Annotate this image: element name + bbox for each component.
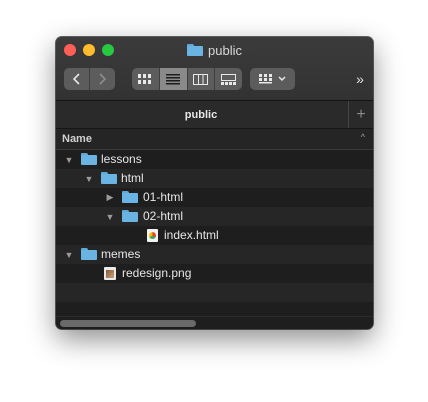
column-header: Name ^ (56, 129, 373, 150)
gallery-view-icon (221, 73, 237, 85)
name-column-header[interactable]: Name (56, 133, 92, 145)
file-name: lessons (101, 152, 142, 166)
file-name: 01-html (143, 190, 184, 204)
empty-row (56, 283, 373, 302)
gallery-view-button[interactable] (215, 68, 242, 90)
file-name: memes (101, 247, 141, 261)
finder-window: public » public + Name ^ ▼ lessons ▼ htm… (56, 37, 373, 329)
column-view-button[interactable] (188, 68, 216, 90)
forward-button[interactable] (90, 68, 115, 90)
navigation-buttons (64, 68, 115, 90)
list-view-button[interactable] (159, 68, 188, 90)
group-icon (259, 73, 272, 83)
list-item-02-html[interactable]: ▼ 02-html (56, 207, 373, 226)
horizontal-scrollbar[interactable] (56, 316, 373, 329)
window-title-label: public (208, 42, 242, 58)
list-item-index-html[interactable]: index.html (56, 226, 373, 245)
disclosure-triangle[interactable]: ▼ (64, 245, 74, 264)
icon-view-button[interactable] (132, 68, 160, 90)
folder-icon (81, 248, 97, 260)
file-name: html (121, 171, 144, 185)
folder-icon (122, 191, 138, 203)
tab-bar: public + (56, 101, 373, 129)
new-tab-button[interactable]: + (348, 101, 373, 128)
disclosure-triangle[interactable]: ▼ (64, 150, 74, 169)
chevron-left-icon (72, 73, 80, 85)
folder-icon (122, 210, 138, 222)
file-name: redesign.png (122, 266, 192, 280)
folder-icon (187, 44, 204, 56)
disclosure-triangle[interactable]: ▶ (105, 188, 115, 207)
list-item-memes[interactable]: ▼ memes (56, 245, 373, 264)
list-item-redesign-png[interactable]: redesign.png (56, 264, 373, 283)
sort-ascending-icon[interactable]: ^ (361, 132, 365, 142)
folder-icon (101, 172, 117, 184)
html-file-icon (147, 229, 158, 242)
list-item-lessons[interactable]: ▼ lessons (56, 150, 373, 169)
file-list: ▼ lessons ▼ html ▶ 01-html ▼ 02-html ind… (56, 150, 373, 321)
chevron-right-icon (99, 73, 107, 85)
tab-public[interactable]: public (56, 101, 346, 128)
list-view-icon (166, 73, 181, 84)
scrollbar-thumb[interactable] (60, 320, 196, 327)
column-view-icon (193, 73, 209, 85)
folder-icon (81, 153, 97, 165)
toolbar-overflow-button[interactable]: » (352, 68, 368, 90)
disclosure-triangle[interactable]: ▼ (105, 207, 115, 226)
chevron-down-icon (278, 76, 286, 82)
view-mode-buttons (132, 68, 242, 90)
window-title: public (56, 41, 373, 59)
image-file-icon (104, 267, 116, 280)
icon-view-icon (138, 73, 152, 84)
disclosure-triangle[interactable]: ▼ (84, 169, 94, 188)
list-item-01-html[interactable]: ▶ 01-html (56, 188, 373, 207)
group-by-button[interactable] (250, 68, 295, 90)
file-name: 02-html (143, 209, 184, 223)
list-item-html[interactable]: ▼ html (56, 169, 373, 188)
back-button[interactable] (64, 68, 90, 90)
file-name: index.html (164, 228, 219, 242)
title-bar[interactable]: public » (56, 37, 373, 101)
